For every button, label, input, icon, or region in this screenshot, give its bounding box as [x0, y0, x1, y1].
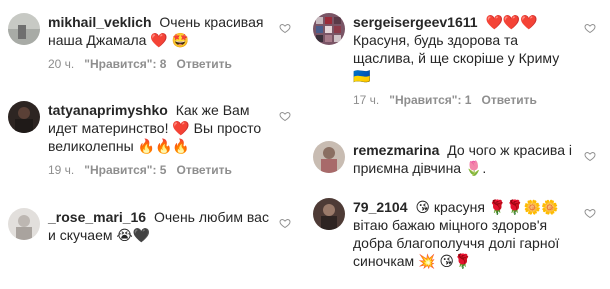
avatar[interactable] — [8, 208, 40, 240]
comment-username[interactable]: tatyanaprimyshko — [48, 102, 168, 118]
comment-username[interactable]: remezmarina — [353, 142, 439, 158]
avatar[interactable] — [313, 141, 345, 173]
avatar[interactable] — [8, 101, 40, 133]
comment-meta: 17 ч. "Нравится": 1 Ответить — [353, 92, 574, 108]
comment-username[interactable]: _rose_mari_16 — [48, 209, 146, 225]
comment-body: mikhail_veklich Очень красивая наша Джам… — [48, 13, 269, 72]
comment-username[interactable]: mikhail_veklich — [48, 14, 152, 30]
comment-time[interactable]: 19 ч. — [48, 162, 74, 178]
comment-likes[interactable]: "Нравится": 8 — [84, 56, 166, 72]
comment-time[interactable]: 20 ч. — [48, 56, 74, 72]
avatar[interactable] — [8, 13, 40, 45]
heart-outline-icon[interactable] — [279, 110, 291, 122]
heart-outline-icon[interactable] — [584, 207, 596, 219]
avatar[interactable] — [313, 13, 345, 45]
comment-body: tatyanaprimyshko Как же Вам идет материн… — [48, 101, 269, 178]
reply-button[interactable]: Ответить — [481, 92, 536, 108]
comment-body: _rose_mari_16 Очень любим вас и скучаем … — [48, 208, 269, 244]
comment-likes[interactable]: "Нравится": 1 — [389, 92, 471, 108]
comment-body: remezmarina До чого ж красива і приємна … — [353, 141, 574, 177]
comment-meta: 19 ч. "Нравится": 5 Ответить — [48, 162, 269, 178]
reply-button[interactable]: Ответить — [176, 56, 231, 72]
heart-outline-icon[interactable] — [279, 217, 291, 229]
comment-username[interactable]: 79_2104 — [353, 199, 408, 215]
avatar[interactable] — [313, 198, 345, 230]
comment-time[interactable]: 17 ч. — [353, 92, 379, 108]
comment-username[interactable]: sergeisergeev1611 — [353, 14, 478, 30]
heart-outline-icon[interactable] — [584, 150, 596, 162]
comment-body: 79_2104 😘 красуня 🌹🌹🌼🌼 вітаю бажаю міцно… — [353, 198, 574, 270]
comment-meta: 20 ч. "Нравится": 8 Ответить — [48, 56, 269, 72]
heart-outline-icon[interactable] — [584, 22, 596, 34]
heart-outline-icon[interactable] — [279, 22, 291, 34]
comment-body: sergeisergeev1611 ❤️❤️❤️ Красуня, будь з… — [353, 13, 574, 108]
reply-button[interactable]: Ответить — [176, 162, 231, 178]
comment-likes[interactable]: "Нравится": 5 — [84, 162, 166, 178]
